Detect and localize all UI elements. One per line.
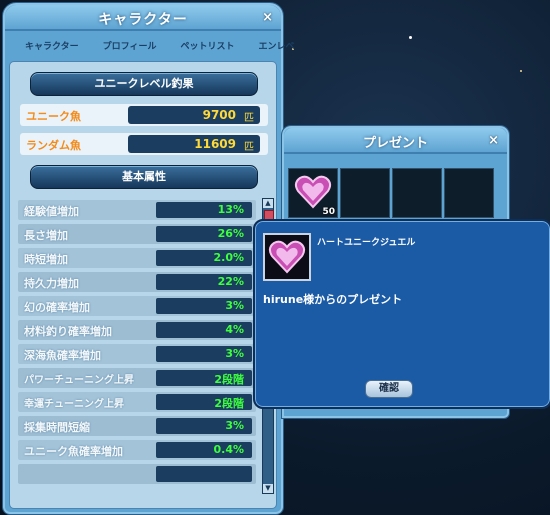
present-from-text: hirune様からのプレゼント — [263, 293, 403, 306]
attribute-label: 幸運チューニング上昇 — [24, 399, 124, 410]
present-slot[interactable]: 50 — [288, 168, 338, 218]
attribute-row: ユニーク魚確率増加 0.4% — [18, 440, 256, 460]
attribute-value-box: 13% — [156, 202, 252, 218]
attribute-row: 深海魚確率増加 3% — [18, 344, 256, 364]
random-fish-value-box: 11609 匹 — [128, 135, 260, 153]
attribute-row: 持久力増加 22% — [18, 272, 256, 292]
attribute-row: 経験値増加 13% — [18, 200, 256, 220]
present-slot[interactable] — [340, 168, 390, 218]
attribute-label: 時短増加 — [24, 253, 68, 266]
attribute-label: 採集時間短縮 — [24, 421, 90, 434]
slot-count: 50 — [322, 207, 335, 217]
attribute-value: 3% — [225, 419, 244, 432]
attribute-list: 経験値増加 13% 長さ増加 26% 時短増加 2.0% 持久力増加 22% 幻の確率増… — [18, 196, 260, 496]
character-window-title: キャラクター — [98, 12, 188, 28]
attribute-value: 2.0% — [213, 251, 244, 264]
attribute-value: 13% — [217, 203, 244, 216]
attribute-label: 経験値増加 — [24, 205, 79, 218]
random-fish-value: 11609 — [194, 137, 236, 151]
star-sparkle — [409, 36, 412, 39]
attribute-label: 深海魚確率増加 — [24, 349, 101, 362]
attribute-value: 22% — [217, 275, 244, 288]
unique-fish-label: ユニーク魚 — [26, 110, 81, 123]
random-fish-row: ランダム魚 11609 匹 — [20, 133, 268, 155]
unique-fish-unit: 匹 — [244, 113, 254, 124]
random-fish-unit: 匹 — [244, 142, 254, 153]
confirm-button[interactable]: 確認 — [365, 380, 413, 398]
attribute-row: 幻の確率増加 3% — [18, 296, 256, 316]
attribute-value: 3% — [225, 299, 244, 312]
unique-fish-value-box: 9700 匹 — [128, 106, 260, 124]
attribute-label: 持久力増加 — [24, 277, 79, 290]
attribute-value-box: 4% — [156, 322, 252, 338]
close-icon[interactable]: × — [262, 11, 273, 24]
attribute-row: パワーチューニング上昇 2段階 — [18, 368, 256, 388]
unique-level-catch-button[interactable]: ユニークレベル釣果 — [30, 72, 258, 96]
present-window-title: プレゼント — [362, 136, 428, 151]
close-icon[interactable]: × — [488, 134, 499, 147]
attribute-value: 3% — [225, 347, 244, 360]
item-icon-frame — [263, 233, 311, 281]
attribute-row: 採集時間短縮 3% — [18, 416, 256, 436]
character-title-bar[interactable]: キャラクター × — [5, 5, 281, 31]
attribute-value-box: 0.4% — [156, 442, 252, 458]
attribute-value-box: 2.0% — [156, 250, 252, 266]
attribute-row: 長さ増加 26% — [18, 224, 256, 244]
attribute-value: 0.4% — [213, 443, 244, 456]
scroll-up-icon[interactable]: ▲ — [263, 199, 273, 208]
attribute-value-box: 2段階 — [156, 394, 252, 410]
attribute-row: 時短増加 2.0% — [18, 248, 256, 268]
heart-jewel-icon — [268, 240, 306, 274]
attribute-label: パワーチューニング上昇 — [24, 375, 134, 386]
attribute-row: 材料釣り確率増加 4% — [18, 320, 256, 340]
attribute-value-box — [156, 466, 252, 482]
character-panel: ユニークレベル釣果 ユニーク魚 9700 匹 ランダム魚 11609 匹 基本属… — [9, 61, 277, 509]
attribute-label: 長さ増加 — [24, 229, 68, 242]
attribute-value: 2段階 — [214, 397, 244, 410]
character-tabs: キャラクター プロフィール ペットリスト エンレベ — [11, 37, 295, 55]
present-slot[interactable] — [444, 168, 494, 218]
attribute-value-box: 3% — [156, 298, 252, 314]
random-fish-label: ランダム魚 — [26, 139, 81, 152]
tab-pet-list[interactable]: ペットリスト — [166, 37, 244, 55]
heart-jewel-icon — [294, 175, 332, 209]
attribute-value: 4% — [225, 323, 244, 336]
tab-profile[interactable]: プロフィール — [89, 37, 167, 55]
attribute-value-box: 22% — [156, 274, 252, 290]
attribute-value: 2段階 — [214, 373, 244, 386]
tab-enlevel[interactable]: エンレベ — [244, 37, 304, 55]
character-window: キャラクター × キャラクター プロフィール ペットリスト エンレベ ユニークレ… — [2, 2, 295, 515]
scroll-down-icon[interactable]: ▼ — [263, 484, 273, 493]
present-title-bar[interactable]: プレゼント × — [284, 128, 507, 154]
attribute-label: ユニーク魚確率増加 — [24, 445, 123, 458]
attribute-value-box: 2段階 — [156, 370, 252, 386]
attribute-value-box: 3% — [156, 346, 252, 362]
attribute-value-box: 26% — [156, 226, 252, 242]
unique-fish-value: 9700 — [202, 108, 236, 122]
item-name: ハートユニークジュエル — [317, 238, 416, 248]
attribute-label: 材料釣り確率増加 — [24, 325, 112, 338]
attribute-label: 幻の確率増加 — [24, 301, 90, 314]
attribute-value-box: 3% — [156, 418, 252, 434]
present-detail-popup: ハートユニークジュエル hirune様からのプレゼント 確認 — [253, 219, 550, 409]
attribute-row: 幸運チューニング上昇 2段階 — [18, 392, 256, 412]
present-slots: 50 — [288, 168, 494, 218]
tab-character[interactable]: キャラクター — [11, 37, 89, 55]
attribute-value: 26% — [217, 227, 244, 240]
present-slot[interactable] — [392, 168, 442, 218]
attribute-row — [18, 464, 256, 484]
star-sparkle — [520, 70, 522, 72]
unique-fish-row: ユニーク魚 9700 匹 — [20, 104, 268, 126]
basic-attributes-button[interactable]: 基本属性 — [30, 165, 258, 189]
